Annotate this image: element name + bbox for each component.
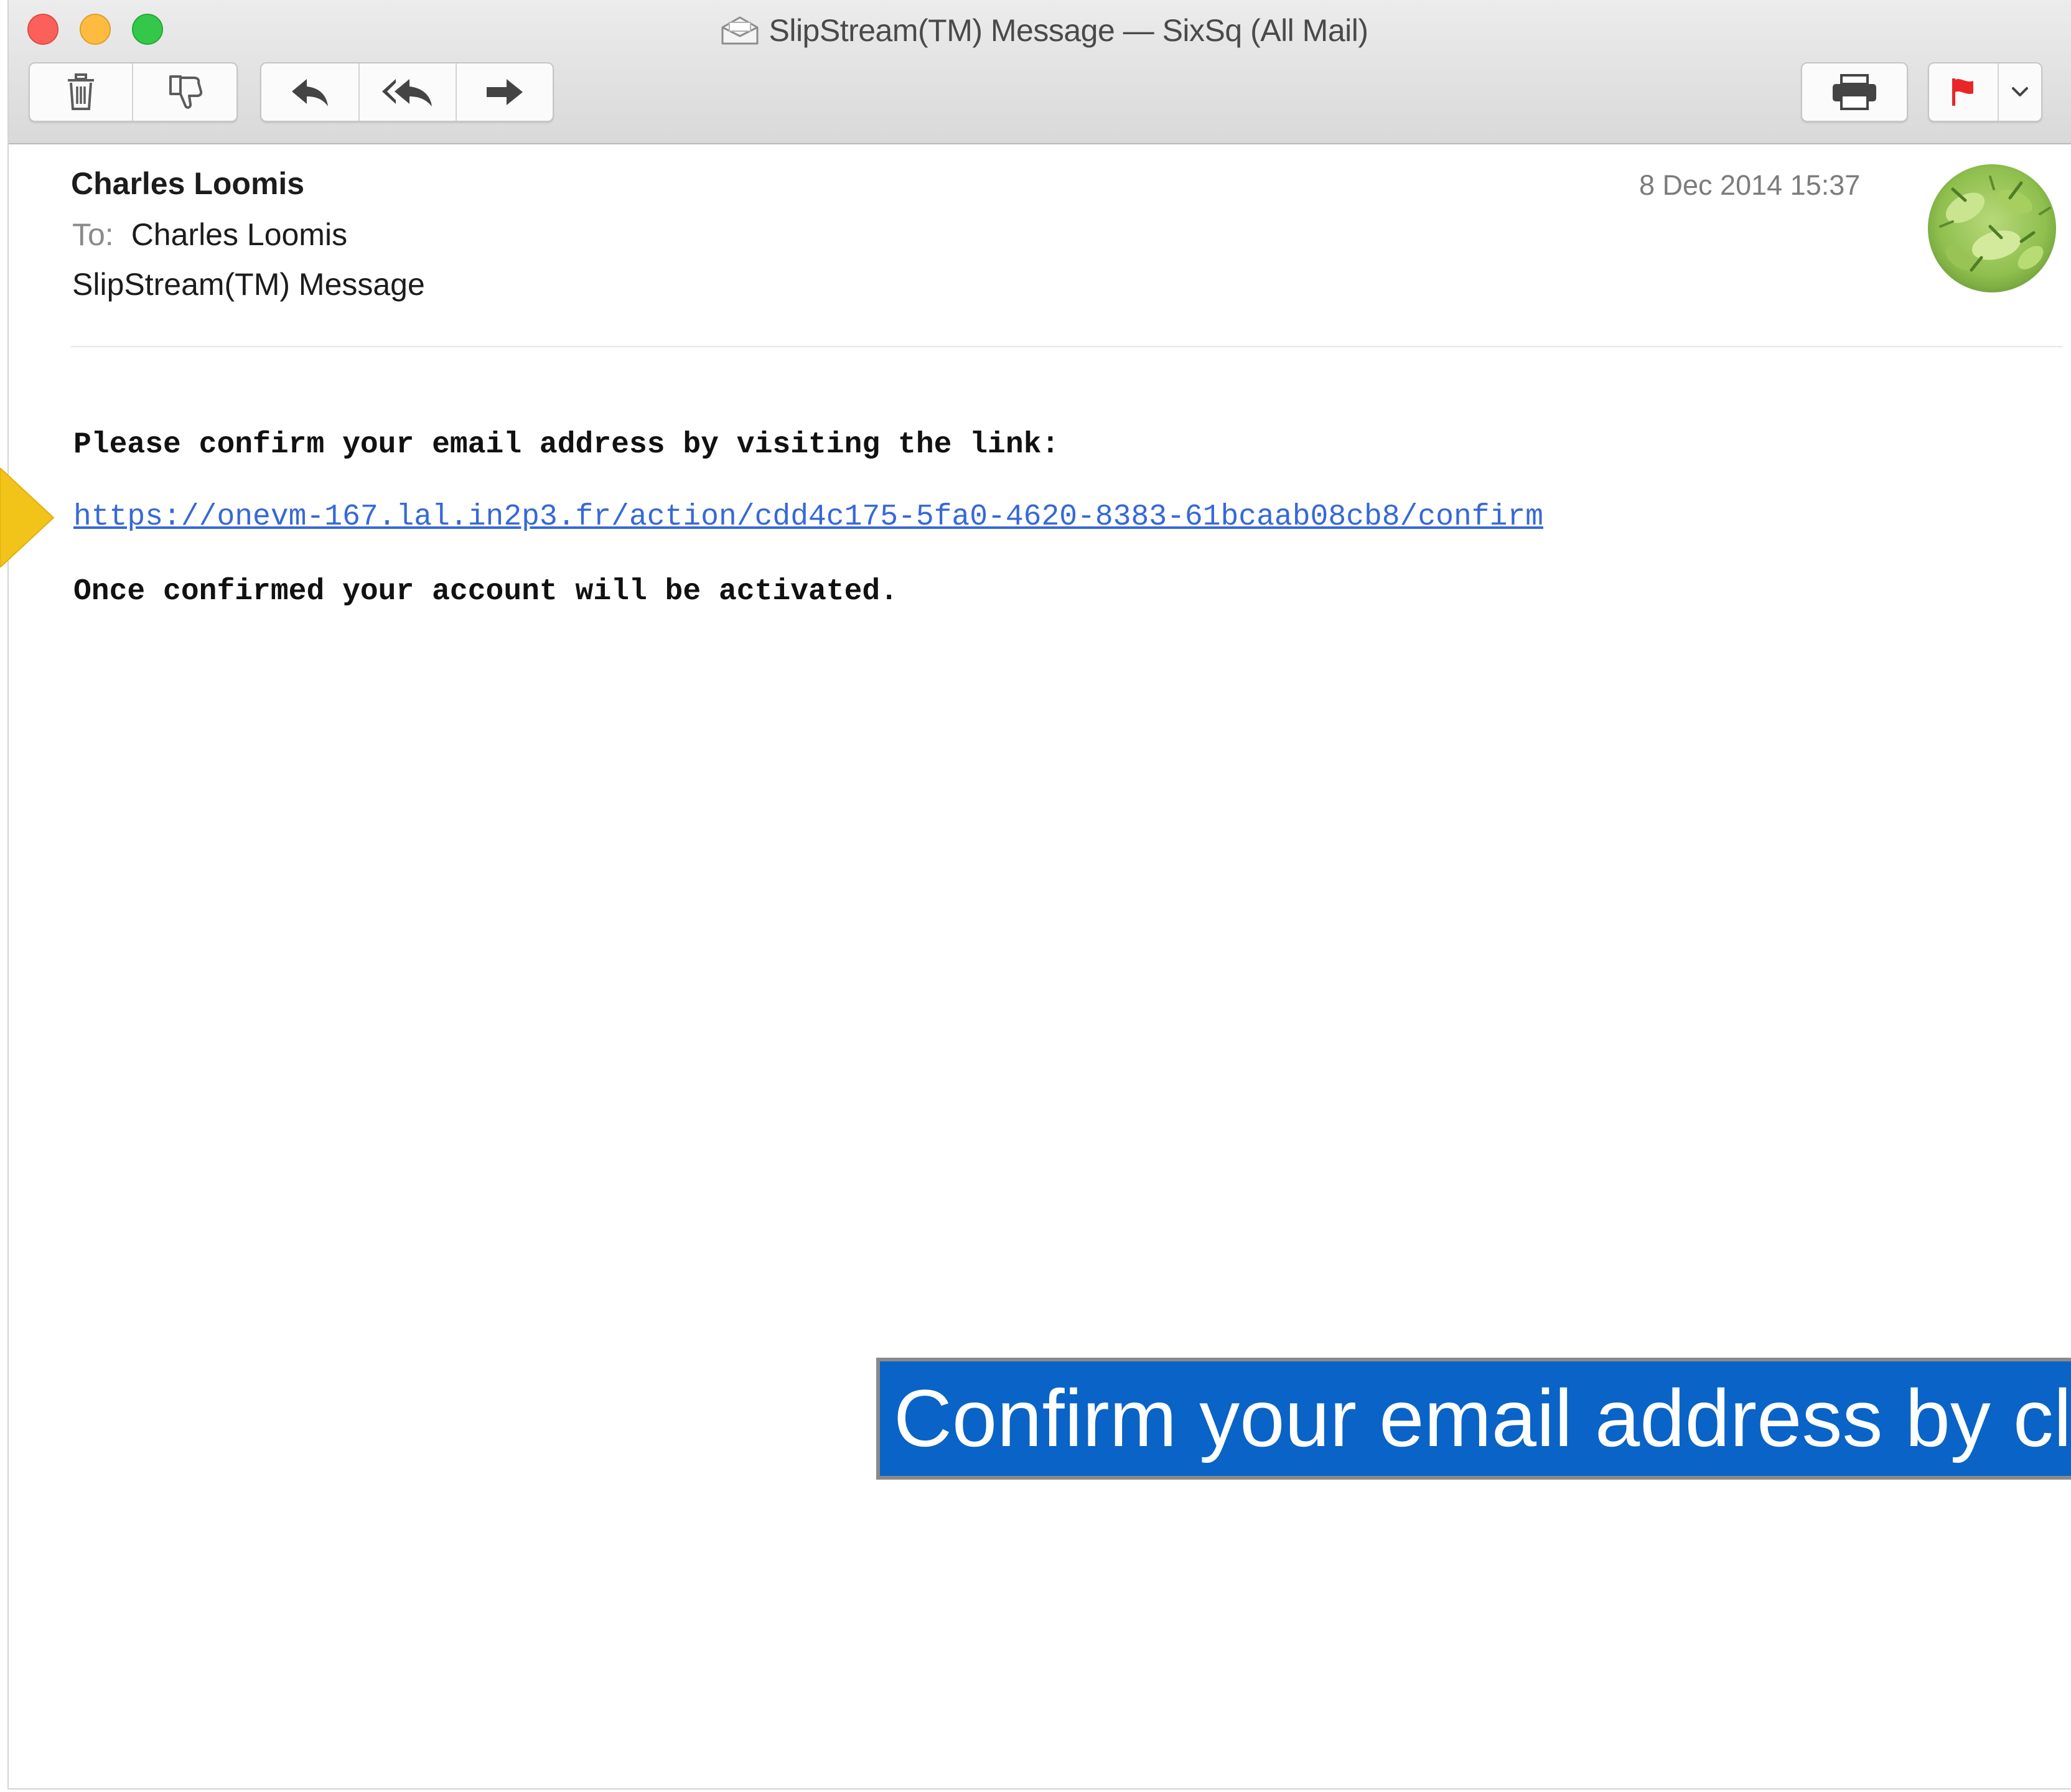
- message-subject: SlipStream(TM) Message: [72, 267, 425, 302]
- sender-name[interactable]: Charles Loomis: [71, 166, 304, 202]
- window-title: SlipStream(TM) Message — SixSq (All Mail…: [769, 13, 1368, 48]
- avatar: [1928, 164, 2056, 292]
- reply-icon: [292, 79, 328, 106]
- delete-junk-group: [29, 62, 238, 122]
- window-title-bar: SlipStream(TM) Message — SixSq (All Mail…: [9, 9, 2071, 52]
- message-date: 8 Dec 2014 15:37: [1639, 169, 1861, 201]
- junk-thumb-down-icon: [169, 75, 203, 109]
- to-label: To:: [72, 217, 114, 252]
- flag-menu-button[interactable]: [1999, 63, 2041, 121]
- recipient-line: To: Charles Loomis: [72, 217, 347, 253]
- flag-icon: [1952, 78, 1973, 106]
- forward-button[interactable]: [457, 63, 553, 121]
- pointer-arrow-icon: [0, 468, 55, 567]
- printer-icon: [1833, 74, 1876, 110]
- body-line-confirm-request: Please confirm your email address by vis…: [73, 428, 1060, 462]
- reply-all-icon: [382, 79, 432, 106]
- confirmation-link[interactable]: https://onevm-167.lal.in2p3.fr/action/cd…: [73, 500, 1543, 534]
- reply-button[interactable]: [261, 63, 360, 121]
- reply-actions-group: [260, 62, 554, 122]
- chevron-down-icon: [2012, 87, 2028, 96]
- flag-group: [1928, 62, 2042, 122]
- envelope-icon: [721, 16, 759, 45]
- junk-button[interactable]: [133, 63, 236, 121]
- window-toolbar: SlipStream(TM) Message — SixSq (All Mail…: [9, 0, 2071, 144]
- mail-message-window: SlipStream(TM) Message — SixSq (All Mail…: [7, 0, 2071, 1790]
- forward-icon: [487, 79, 523, 105]
- recipient-name[interactable]: Charles Loomis: [131, 217, 347, 252]
- trash-icon: [68, 73, 94, 110]
- print-button[interactable]: [1802, 63, 1907, 121]
- tutorial-caption-text: Confirm your email address by cli: [894, 1373, 2071, 1463]
- contact-photo-icon: [1928, 164, 2056, 292]
- delete-button[interactable]: [30, 63, 133, 121]
- print-group: [1801, 62, 1908, 122]
- reply-all-button[interactable]: [360, 63, 457, 121]
- tutorial-caption: Confirm your email address by cli: [876, 1358, 2071, 1480]
- body-line-activation-note: Once confirmed your account will be acti…: [73, 575, 899, 609]
- header-divider: [71, 346, 2062, 347]
- flag-button[interactable]: [1929, 63, 1999, 121]
